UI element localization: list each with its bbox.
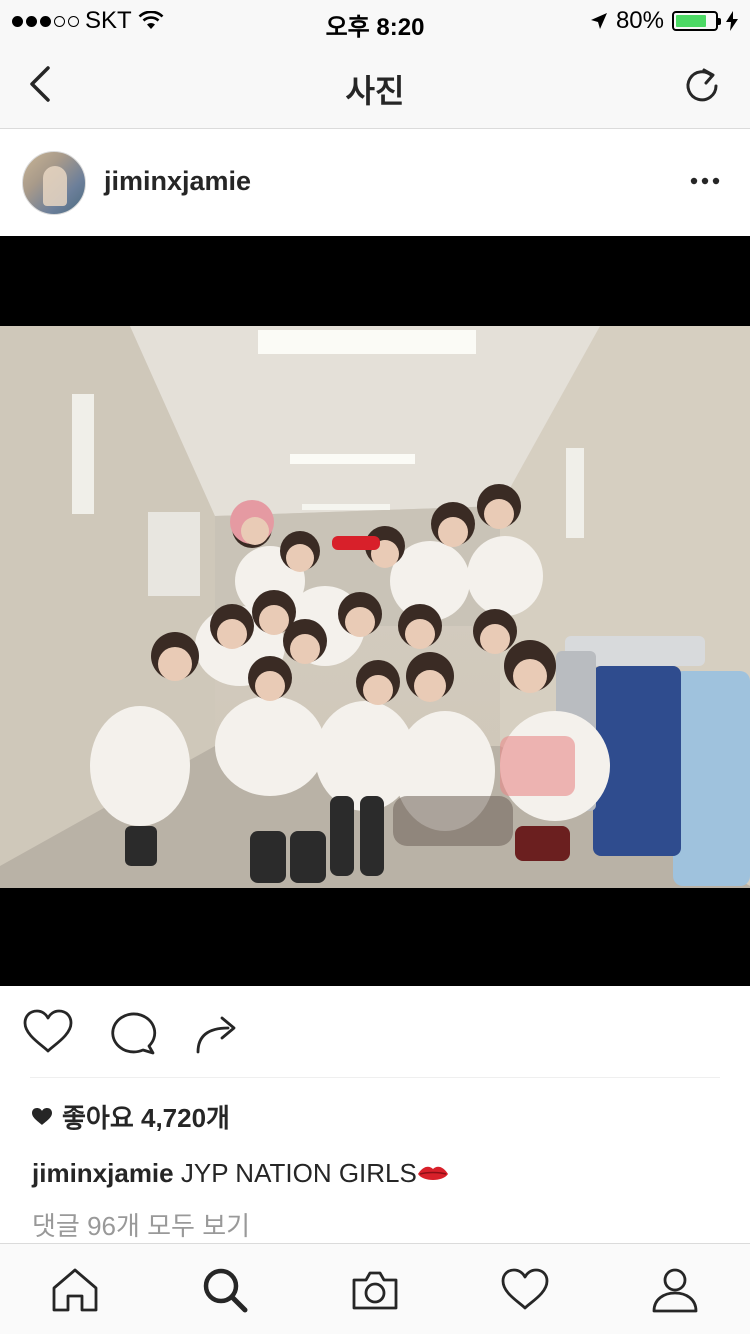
caption: jiminxjamie JYP NATION GIRLS [32,1158,449,1189]
profile-icon[interactable] [650,1266,700,1314]
battery-icon [672,11,721,31]
refresh-icon[interactable] [682,62,722,106]
more-dots-icon[interactable] [690,174,720,188]
home-icon[interactable] [50,1266,100,1314]
comment-icon[interactable] [106,1008,158,1056]
lips-emoji [417,1166,448,1180]
post-header: jiminxjamie [0,130,750,236]
charging-bolt-icon [726,11,738,31]
actions-divider [30,1077,720,1078]
post-actions [0,986,750,1078]
post-photo-frame[interactable] [0,236,750,986]
search-icon[interactable] [200,1266,250,1314]
likes-label: 좋아요 4,720개 [62,1103,230,1133]
small-heart-icon [32,1107,52,1125]
activity-heart-icon[interactable] [500,1266,550,1314]
post-username[interactable]: jiminxjamie [104,166,251,197]
view-all-comments-link[interactable]: 댓글 96개 모두 보기 [32,1206,250,1243]
avatar[interactable] [22,151,86,215]
caption-username[interactable]: jiminxjamie [32,1158,174,1188]
post-photo[interactable] [0,326,750,888]
location-arrow-icon [590,13,607,29]
status-right: 80% [590,7,738,35]
group-photo-illustration [0,326,750,888]
tab-bar [0,1243,750,1334]
battery-percent: 80% [615,7,664,34]
nav-bar: 사진 [0,40,750,129]
share-icon[interactable] [192,1008,244,1056]
heart-icon[interactable] [22,1008,74,1056]
page-title: 사진 [345,73,405,109]
status-bar: SKT 오후 8:20 80% [0,0,750,41]
likes-count[interactable]: 좋아요 4,720개 [32,1098,230,1135]
caption-text: JYP NATION GIRLS [180,1158,417,1188]
camera-icon[interactable] [350,1266,400,1314]
